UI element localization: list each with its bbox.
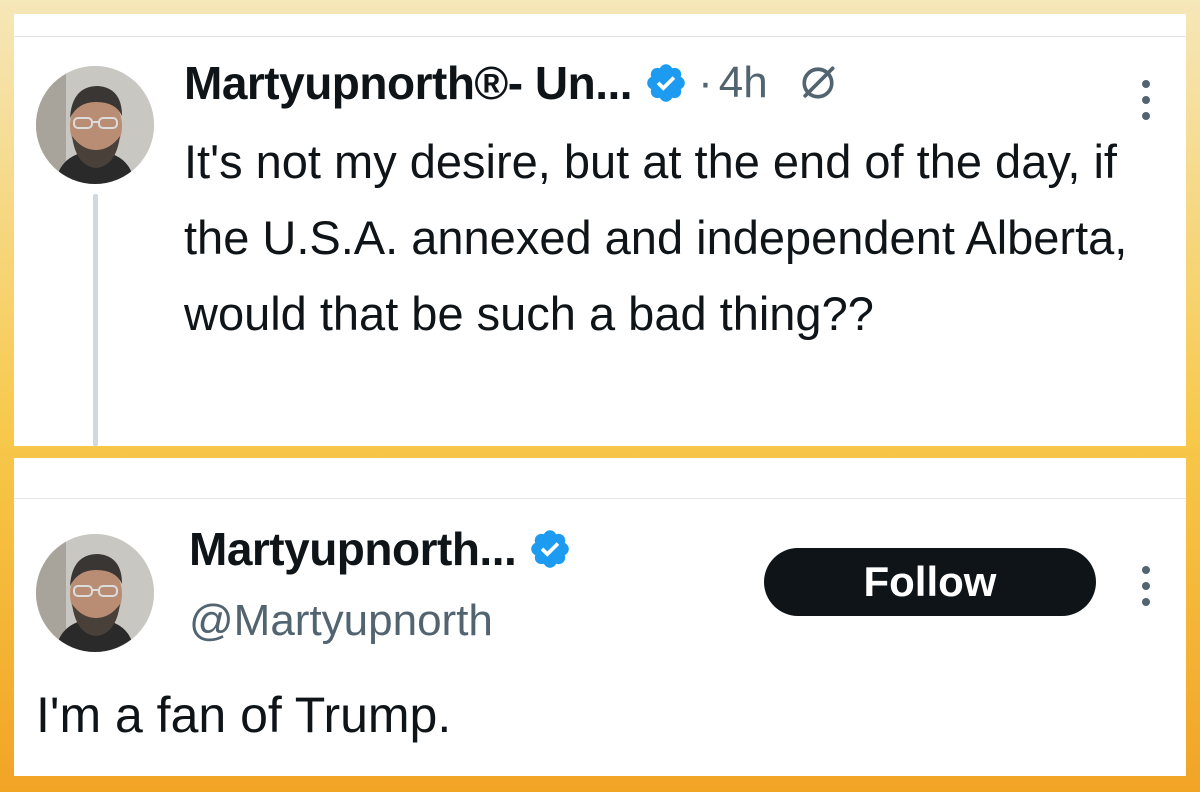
thread-connector-line <box>93 194 98 446</box>
tweet-text: It's not my desire, but at the end of th… <box>184 135 1128 340</box>
more-options-icon[interactable] <box>1140 78 1152 122</box>
follow-button[interactable]: Follow <box>764 548 1096 616</box>
bio-text: I'm a fan of Trump. <box>36 687 452 743</box>
tweet-time[interactable]: 4h <box>719 58 768 108</box>
user-handle[interactable]: @Martyupnorth <box>189 596 493 646</box>
profile-card-panel: Martyupnorth... @Martyupnorth Follow I'm… <box>14 458 1186 776</box>
avatar[interactable] <box>36 66 154 184</box>
more-options-icon[interactable] <box>1140 564 1152 608</box>
verified-badge-icon[interactable] <box>644 61 688 105</box>
verified-badge-icon[interactable] <box>528 527 572 571</box>
card-divider <box>14 498 1186 499</box>
reply-tweet-panel: Martyupnorth®- Un... · 4h It's not my de… <box>14 14 1186 446</box>
avatar[interactable] <box>36 534 154 652</box>
tweet-divider <box>14 36 1186 37</box>
display-name[interactable]: Martyupnorth®- Un... <box>184 56 633 110</box>
grok-icon[interactable] <box>796 61 840 105</box>
separator-dot: · <box>698 58 713 107</box>
display-name[interactable]: Martyupnorth... <box>189 522 517 576</box>
